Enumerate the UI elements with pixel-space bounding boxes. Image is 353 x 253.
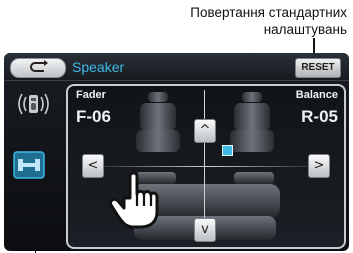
- back-button[interactable]: [10, 58, 66, 78]
- seat-front-left: [136, 92, 180, 152]
- balance-label: Balance: [295, 89, 338, 101]
- speaker-adjust-panel: Fader F-06 Balance R-05 ^ v < >: [66, 84, 346, 249]
- reset-annotation: Повертання стандартних налаштувань: [117, 4, 347, 38]
- fader-front-button[interactable]: ^: [194, 119, 216, 143]
- top-bar: Speaker RESET: [4, 53, 349, 81]
- listening-position-marker: [222, 145, 233, 156]
- speaker-select-icon[interactable]: [16, 89, 52, 123]
- speaker-layout-icon[interactable]: [13, 151, 45, 179]
- balance-axis-line: [88, 166, 324, 167]
- fader-rear-button[interactable]: v: [194, 218, 216, 242]
- speaker-screen: Speaker RESET Fader F-06 Balance R-05 ^ …: [4, 53, 349, 251]
- reset-button[interactable]: RESET: [295, 58, 341, 78]
- hand-pointer-icon: [109, 171, 159, 229]
- annotation-line-1: Повертання стандартних: [190, 5, 347, 20]
- annotation-line-2: налаштувань: [263, 22, 347, 37]
- fader-value: F-06: [76, 107, 111, 126]
- back-arrow-icon: [30, 60, 48, 72]
- balance-value: R-05: [301, 107, 338, 126]
- balance-left-button[interactable]: <: [82, 154, 104, 178]
- balance-right-button[interactable]: >: [308, 154, 330, 178]
- page-title: Speaker: [72, 59, 125, 75]
- fader-label: Fader: [76, 89, 106, 101]
- seat-front-right: [230, 92, 274, 152]
